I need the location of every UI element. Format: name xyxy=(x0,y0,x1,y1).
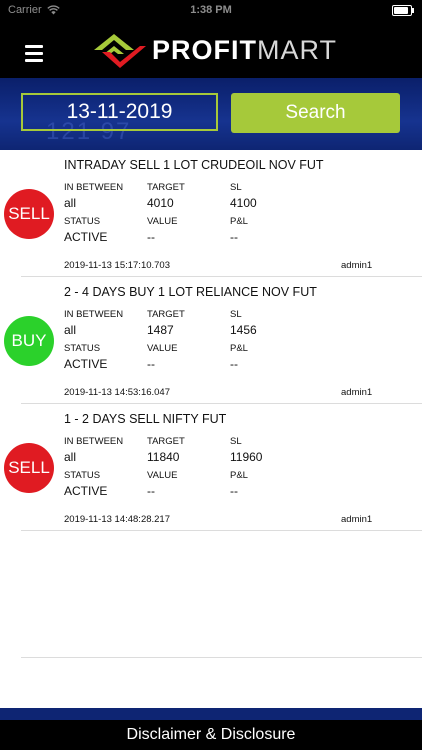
pnl-label: P&L xyxy=(230,343,248,354)
value-value: -- xyxy=(147,230,155,244)
status-label: STATUS xyxy=(64,216,101,227)
logo-text-profit: PROFIT xyxy=(152,34,257,65)
battery-fill xyxy=(394,7,408,14)
value-label: VALUE xyxy=(147,343,178,354)
pnl-label: P&L xyxy=(230,216,248,227)
status-label: STATUS xyxy=(64,343,101,354)
call-title: 2 - 4 DAYS BUY 1 LOT RELIANCE NOV FUT xyxy=(64,285,317,299)
status-label: STATUS xyxy=(64,470,101,481)
in-between-value: all xyxy=(64,196,77,210)
target-value: 1487 xyxy=(147,323,174,337)
target-label: TARGET xyxy=(147,436,185,447)
disclaimer-link[interactable]: Disclaimer & Disclosure xyxy=(0,720,422,750)
list-end-divider xyxy=(21,657,422,658)
call-author: admin1 xyxy=(341,260,373,271)
menu-icon-bar xyxy=(25,45,43,48)
sl-value: 4100 xyxy=(230,196,257,210)
logo-mark-icon xyxy=(94,34,146,68)
in-between-value: all xyxy=(64,450,77,464)
status-bar: Carrier 1:38 PM xyxy=(0,0,422,22)
call-author: admin1 xyxy=(341,387,373,398)
logo-text-mart: MART xyxy=(257,34,338,65)
call-timestamp: 2019-11-13 14:48:28.217 xyxy=(64,514,170,525)
status-right xyxy=(392,5,414,16)
side-badge: SELL xyxy=(4,189,54,239)
call-title: 1 - 2 DAYS SELL NIFTY FUT xyxy=(64,412,227,426)
call-timestamp: 2019-11-13 15:17:10.703 xyxy=(64,260,170,271)
pnl-value: -- xyxy=(230,357,238,371)
value-label: VALUE xyxy=(147,216,178,227)
value-label: VALUE xyxy=(147,470,178,481)
status-value: ACTIVE xyxy=(64,230,108,244)
target-label: TARGET xyxy=(147,309,185,320)
list-item[interactable]: SELL INTRADAY SELL 1 LOT CRUDEOIL NOV FU… xyxy=(0,150,422,277)
side-badge: BUY xyxy=(4,316,54,366)
profitmart-logo: PROFITMART xyxy=(90,26,337,74)
search-button[interactable]: Search xyxy=(231,93,400,133)
in-between-label: IN BETWEEN xyxy=(64,436,124,447)
search-band: 121 97 13-11-2019 Search xyxy=(0,78,422,150)
battery-icon xyxy=(392,5,414,16)
value-value: -- xyxy=(147,484,155,498)
app-header: PROFITMART xyxy=(0,22,422,78)
menu-icon[interactable] xyxy=(25,45,43,62)
side-badge: SELL xyxy=(4,443,54,493)
logo-text: PROFITMART xyxy=(152,35,337,66)
status-value: ACTIVE xyxy=(64,357,108,371)
list-item[interactable]: SELL 1 - 2 DAYS SELL NIFTY FUT IN BETWEE… xyxy=(0,404,422,531)
status-time: 1:38 PM xyxy=(190,4,232,16)
call-author: admin1 xyxy=(341,514,373,525)
target-label: TARGET xyxy=(147,182,185,193)
list-item[interactable]: BUY 2 - 4 DAYS BUY 1 LOT RELIANCE NOV FU… xyxy=(0,277,422,404)
menu-icon-bar xyxy=(25,52,43,55)
menu-icon-bar xyxy=(25,59,43,62)
divider xyxy=(21,530,422,531)
call-timestamp: 2019-11-13 14:53:16.047 xyxy=(64,387,170,398)
sl-label: SL xyxy=(230,436,242,447)
sl-label: SL xyxy=(230,182,242,193)
sl-value: 11960 xyxy=(230,450,263,464)
target-value: 4010 xyxy=(147,196,174,210)
status-value: ACTIVE xyxy=(64,484,108,498)
pnl-value: -- xyxy=(230,484,238,498)
in-between-label: IN BETWEEN xyxy=(64,309,124,320)
in-between-value: all xyxy=(64,323,77,337)
call-title: INTRADAY SELL 1 LOT CRUDEOIL NOV FUT xyxy=(64,158,324,172)
calls-list: SELL INTRADAY SELL 1 LOT CRUDEOIL NOV FU… xyxy=(0,150,422,708)
target-value: 11840 xyxy=(147,450,180,464)
in-between-label: IN BETWEEN xyxy=(64,182,124,193)
footer-background-strip xyxy=(0,708,422,720)
pnl-value: -- xyxy=(230,230,238,244)
sl-value: 1456 xyxy=(230,323,257,337)
value-value: -- xyxy=(147,357,155,371)
date-input[interactable]: 13-11-2019 xyxy=(21,93,218,131)
pnl-label: P&L xyxy=(230,470,248,481)
sl-label: SL xyxy=(230,309,242,320)
